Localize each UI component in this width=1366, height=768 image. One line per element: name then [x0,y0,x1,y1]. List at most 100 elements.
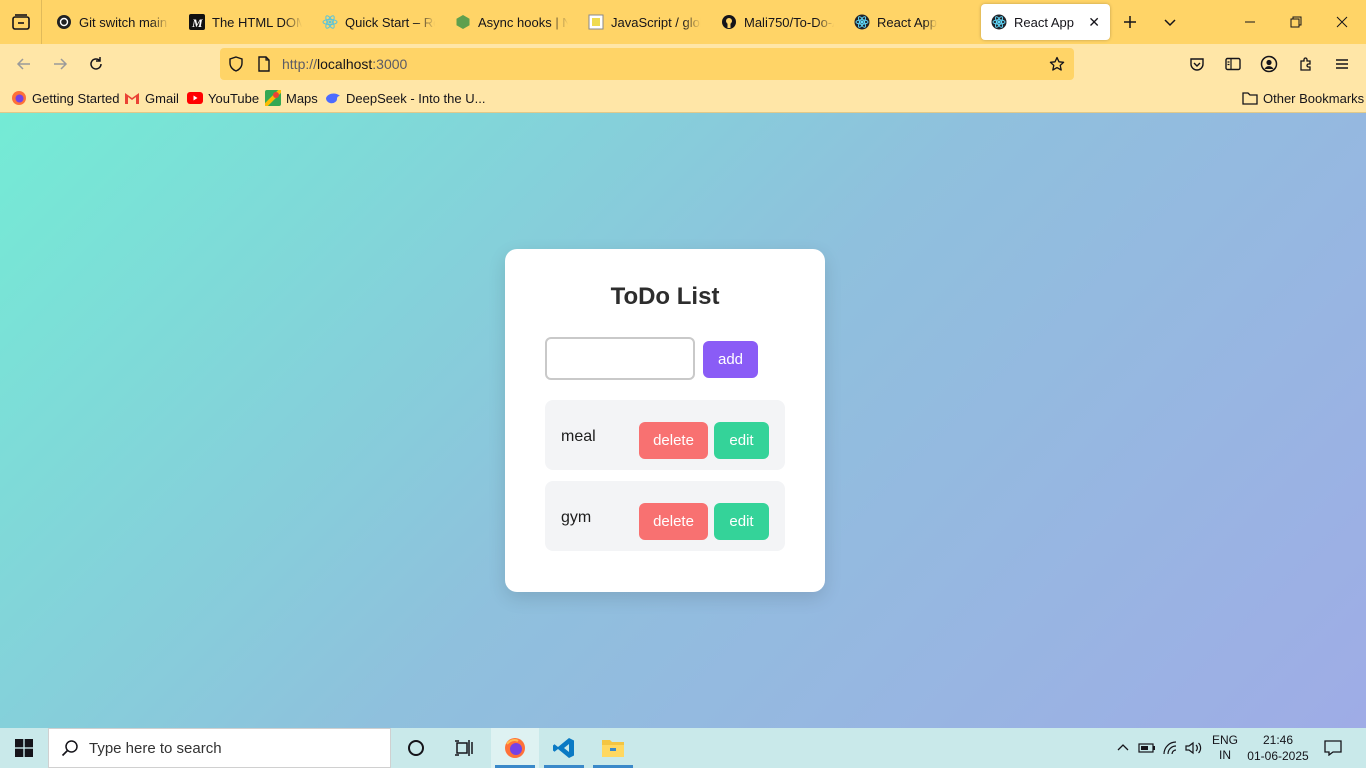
clock-date: 01-06-2025 [1247,749,1309,763]
edit-button[interactable]: edit [714,422,769,459]
page-icon[interactable] [256,56,272,72]
windows-taskbar: Type here to search ENG IN 21:46 01-06-2… [0,728,1366,768]
tab-chatgpt[interactable]: Git switch main u [46,4,179,40]
battery-icon [1138,743,1155,753]
task-view-button[interactable] [440,728,488,768]
react-icon [991,14,1007,30]
tab-javascript[interactable]: JavaScript / glob [578,4,711,40]
todo-input[interactable] [545,337,695,380]
close-window-button[interactable] [1319,0,1365,44]
clock[interactable]: 21:46 01-06-2025 [1244,732,1312,764]
firefox-view-button[interactable] [0,0,42,44]
show-hidden-icons-button[interactable] [1112,728,1134,768]
nodejs-icon [455,14,471,30]
tab-label: Mali750/To-Do-A [744,14,834,30]
delete-button[interactable]: delete [639,503,708,540]
bookmark-gmail[interactable]: Gmail [124,90,179,106]
bookmark-youtube[interactable]: YouTube [187,90,259,106]
reload-icon [90,57,102,70]
add-button[interactable]: add [703,341,758,378]
todo-item-meal: meal delete edit [545,400,785,470]
new-tab-button[interactable] [1110,0,1150,44]
delete-button[interactable]: delete [639,422,708,459]
pocket-button[interactable] [1181,48,1213,80]
github-icon [721,14,737,30]
tab-label: React App [877,14,937,30]
extensions-button[interactable] [1290,48,1322,80]
bookmark-maps[interactable]: Maps [265,90,318,106]
taskbar-firefox[interactable] [491,728,539,768]
todo-item-text: meal [561,428,596,445]
medium-icon: M [189,14,205,30]
url-port: :3000 [372,56,408,72]
speaker-icon [1185,741,1202,755]
url-scheme: http:// [282,56,318,72]
chevron-up-icon [1117,744,1129,751]
notification-icon [1324,740,1342,756]
tab-label: JavaScript / glob [611,14,701,30]
restore-icon [1290,16,1302,28]
bookmark-label: YouTube [208,90,260,106]
tab-label: The HTML DOM A [212,14,302,30]
notifications-button[interactable] [1318,728,1348,768]
tab-label: Quick Start – Rea [345,14,435,30]
todo-card: ToDo List add meal delete edit gym delet… [505,249,825,592]
address-bar[interactable]: http://localhost:3000 [220,48,1074,80]
tab-label: React App [1014,14,1074,30]
star-icon[interactable] [1049,56,1065,72]
account-icon [1260,55,1278,73]
tab-react-docs[interactable]: Quick Start – Rea [312,4,445,40]
start-button[interactable] [0,728,48,768]
bookmarks-toolbar: Getting Started Gmail YouTube Maps DeepS… [0,84,1366,113]
url-text[interactable]: http://localhost:3000 [282,56,407,72]
tab-list: Git switch main u M The HTML DOM A Quick… [42,0,1110,44]
forward-arrow-icon [54,58,68,70]
tab-strip: Git switch main u M The HTML DOM A Quick… [0,0,1366,44]
firefox-icon [11,90,27,106]
tab-medium[interactable]: M The HTML DOM A [179,4,312,40]
bookmark-deepseek[interactable]: DeepSeek - Into the U... [325,90,485,106]
deepseek-icon [325,90,341,106]
shield-icon[interactable] [228,56,244,72]
javascript-icon [588,14,604,30]
react-icon [322,14,338,30]
menu-button[interactable] [1326,48,1358,80]
tab-react-app-active[interactable]: React App ✕ [981,4,1110,40]
sidebar-icon [1225,57,1241,71]
search-placeholder: Type here to search [89,739,222,757]
react-icon [854,14,870,30]
windows-logo-icon [15,739,33,757]
chatgpt-icon [56,14,72,30]
cortana-button[interactable] [392,728,440,768]
clock-time: 21:46 [1262,733,1294,747]
back-button[interactable] [8,48,40,80]
other-bookmarks[interactable]: Other Bookmarks [1242,90,1364,106]
battery-button[interactable] [1136,728,1158,768]
network-button[interactable] [1160,728,1182,768]
taskbar-file-explorer[interactable] [589,728,637,768]
reload-button[interactable] [80,48,112,80]
bookmark-getting-started[interactable]: Getting Started [11,90,119,106]
minimize-icon [1245,21,1255,23]
restore-button[interactable] [1273,0,1319,44]
sidebar-button[interactable] [1217,48,1249,80]
forward-button[interactable] [44,48,76,80]
tab-react-app[interactable]: React App [844,4,977,40]
taskbar-search-box[interactable]: Type here to search [48,728,391,768]
back-arrow-icon [16,58,30,70]
firefox-icon [505,738,525,758]
account-button[interactable] [1253,48,1285,80]
page-title: ToDo List [610,283,720,310]
chevron-down-icon [1164,19,1176,27]
input-language[interactable]: ENG IN [1209,733,1241,763]
other-bookmarks-label: Other Bookmarks [1263,90,1365,106]
close-tab-icon[interactable]: ✕ [1088,14,1100,31]
taskbar-vscode[interactable] [540,728,588,768]
bookmark-label: Gmail [145,90,179,106]
list-all-tabs-button[interactable] [1150,0,1190,44]
tab-github[interactable]: Mali750/To-Do-A [711,4,844,40]
edit-button[interactable]: edit [714,503,769,540]
tab-nodejs[interactable]: Async hooks | No [445,4,578,40]
minimize-button[interactable] [1227,0,1273,44]
volume-button[interactable] [1183,728,1205,768]
